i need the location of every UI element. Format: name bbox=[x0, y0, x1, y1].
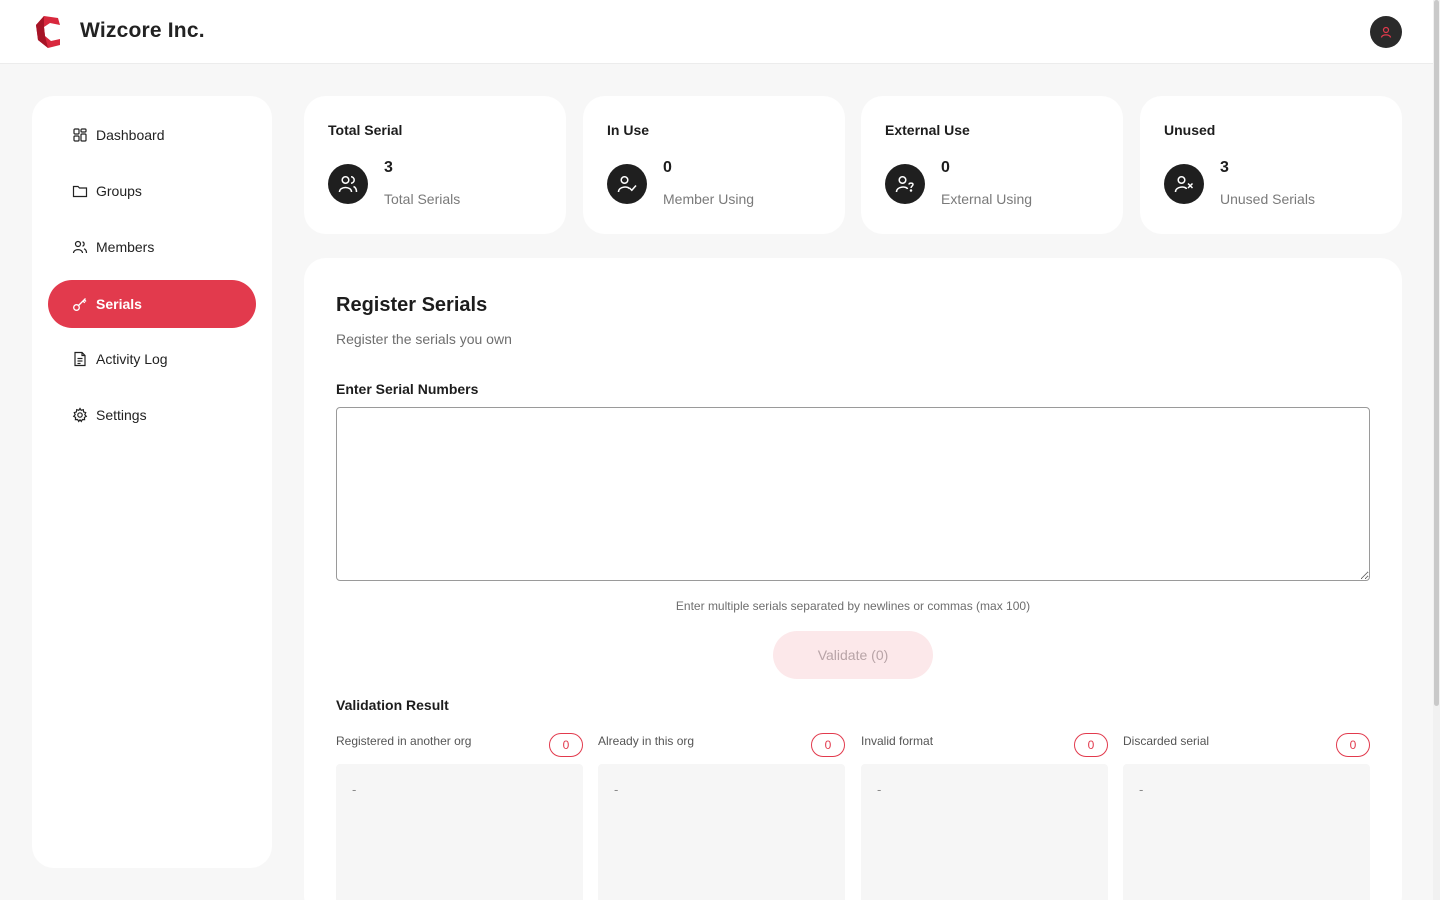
count-badge: 0 bbox=[811, 733, 845, 757]
sidebar-item-label: Dashboard bbox=[96, 127, 165, 143]
stat-card-in-use: In Use 0 Member Using bbox=[583, 96, 845, 234]
stat-title: Unused bbox=[1164, 122, 1216, 138]
serial-numbers-input[interactable] bbox=[336, 407, 1370, 581]
page-scrollbar[interactable] bbox=[1433, 0, 1440, 900]
key-icon bbox=[73, 298, 87, 311]
stat-value: 3 bbox=[1220, 159, 1229, 176]
sidebar-item-label: Members bbox=[96, 239, 155, 255]
empty-placeholder: - bbox=[614, 782, 619, 797]
stat-label: Total Serials bbox=[384, 191, 461, 207]
sidebar-item-settings[interactable]: Settings bbox=[48, 391, 256, 439]
sidebar-item-dashboard[interactable]: Dashboard bbox=[48, 111, 256, 159]
user-check-icon bbox=[607, 164, 647, 204]
user-icon bbox=[1380, 26, 1392, 38]
user-question-icon bbox=[885, 164, 925, 204]
page-title: Register Serials bbox=[336, 294, 488, 316]
stat-label: External Using bbox=[941, 191, 1033, 207]
stat-title: In Use bbox=[607, 122, 650, 138]
folder-icon bbox=[72, 185, 88, 198]
result-list-box: - bbox=[1123, 764, 1370, 900]
sidebar-item-label: Groups bbox=[96, 183, 142, 199]
count-badge: 0 bbox=[549, 733, 583, 757]
page-subtitle: Register the serials you own bbox=[336, 331, 512, 347]
result-column-label: Discarded serial bbox=[1123, 734, 1210, 748]
serial-input-label: Enter Serial Numbers bbox=[336, 381, 479, 397]
count-badge: 0 bbox=[1336, 733, 1370, 757]
sidebar-item-serials[interactable]: Serials bbox=[48, 280, 256, 328]
sidebar: Dashboard Groups Members Serials Activit… bbox=[32, 96, 272, 868]
stat-value: 0 bbox=[941, 159, 950, 176]
sidebar-item-members[interactable]: Members bbox=[48, 223, 256, 271]
scrollbar-thumb[interactable] bbox=[1434, 0, 1439, 706]
stat-title: External Use bbox=[885, 122, 970, 138]
result-column-label: Already in this org bbox=[598, 734, 695, 748]
result-list-box: - bbox=[598, 764, 845, 900]
count-badge: 0 bbox=[1074, 733, 1108, 757]
dashboard-icon bbox=[73, 128, 87, 142]
stat-title: Total Serial bbox=[328, 122, 403, 138]
stat-value: 0 bbox=[663, 159, 672, 176]
result-list-box: - bbox=[336, 764, 583, 900]
gear-icon bbox=[72, 407, 88, 423]
result-column-label: Registered in another org bbox=[336, 734, 472, 748]
stat-label: Member Using bbox=[663, 191, 755, 207]
sidebar-item-label: Activity Log bbox=[96, 351, 168, 367]
document-icon bbox=[74, 351, 86, 367]
sidebar-item-label: Settings bbox=[96, 407, 147, 423]
serial-input-helper: Enter multiple serials separated by newl… bbox=[675, 599, 1031, 613]
top-bar: Wizcore Inc. bbox=[0, 0, 1433, 64]
empty-placeholder: - bbox=[352, 782, 357, 797]
result-column-label: Invalid format bbox=[861, 734, 934, 748]
user-x-icon bbox=[1164, 164, 1204, 204]
users-icon bbox=[328, 164, 368, 204]
stat-label: Unused Serials bbox=[1220, 191, 1315, 207]
stat-value: 3 bbox=[384, 159, 393, 176]
result-list-box: - bbox=[861, 764, 1108, 900]
brand-name: Wizcore Inc. bbox=[80, 19, 205, 42]
stat-card-total-serial: Total Serial 3 Total Serials bbox=[304, 96, 566, 234]
logo-icon bbox=[36, 16, 60, 48]
sidebar-item-activity-log[interactable]: Activity Log bbox=[48, 335, 256, 383]
empty-placeholder: - bbox=[877, 782, 882, 797]
user-avatar[interactable] bbox=[1370, 16, 1402, 48]
stat-card-unused: Unused 3 Unused Serials bbox=[1140, 96, 1402, 234]
register-serials-card: Register Serials Register the serials yo… bbox=[304, 258, 1402, 900]
empty-placeholder: - bbox=[1139, 782, 1144, 797]
stat-card-external-use: External Use 0 External Using bbox=[861, 96, 1123, 234]
validation-result-title: Validation Result bbox=[336, 697, 449, 713]
sidebar-item-label: Serials bbox=[96, 296, 142, 312]
sidebar-item-groups[interactable]: Groups bbox=[48, 167, 256, 215]
users-icon bbox=[72, 240, 88, 254]
validate-button[interactable]: Validate (0) bbox=[773, 631, 933, 679]
